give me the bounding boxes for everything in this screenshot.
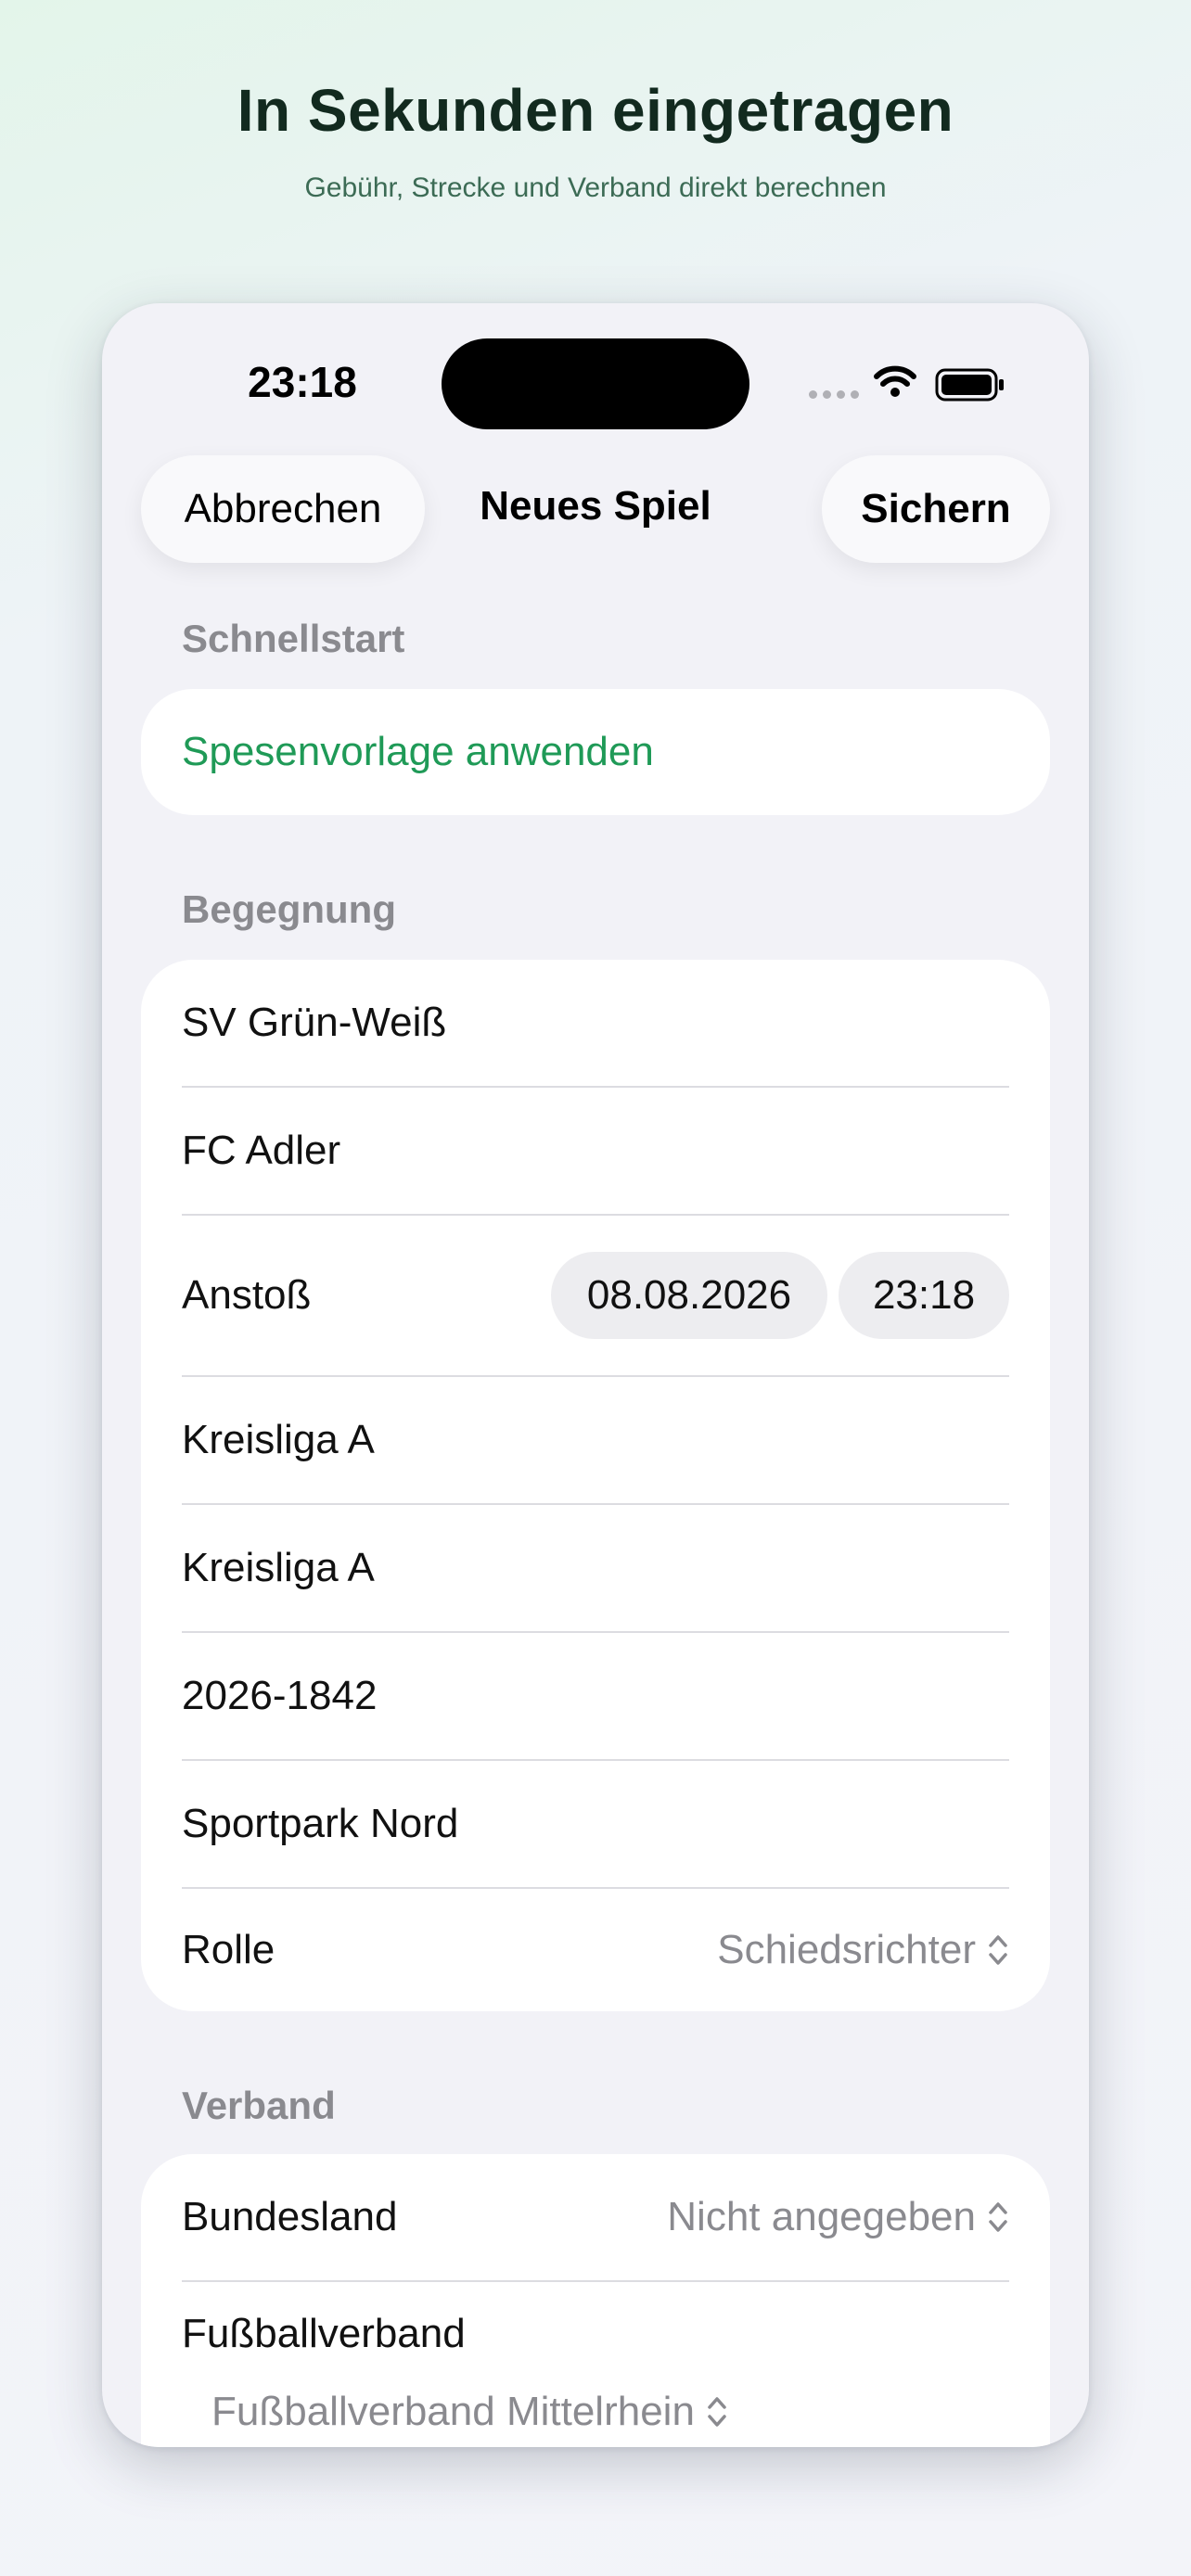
role-picker-value: Schiedsrichter xyxy=(717,1927,976,1972)
chevron-up-down-icon xyxy=(989,1935,1007,1965)
kickoff-row: Anstoß 08.08.2026 23:18 xyxy=(182,1216,1009,1375)
state-row: Bundesland Nicht angegeben xyxy=(182,2154,1009,2280)
status-time: 23:18 xyxy=(248,358,357,406)
kickoff-label: Anstoß xyxy=(182,1272,312,1318)
section-header-association: Verband xyxy=(182,2084,336,2127)
state-picker-value: Nicht angegeben xyxy=(667,2194,976,2239)
divider xyxy=(182,2280,1009,2282)
league-field[interactable]: Kreisliga A xyxy=(182,1377,1009,1503)
hero-subtitle: Gebühr, Strecke und Verband direkt berec… xyxy=(304,172,887,203)
role-label: Rolle xyxy=(182,1927,275,1972)
battery-icon xyxy=(935,368,1004,402)
kickoff-time-picker[interactable]: 23:18 xyxy=(839,1252,1009,1339)
league-class-field[interactable]: Kreisliga A xyxy=(182,1505,1009,1631)
section-header-quickstart: Schnellstart xyxy=(182,617,405,660)
match-number-field[interactable]: 2026-1842 xyxy=(182,1633,1009,1759)
quickstart-card: Spesenvorlage anwenden xyxy=(141,689,1050,815)
federation-picker-value: Fußballverband Mittelrhein xyxy=(211,2389,695,2434)
kickoff-date-picker[interactable]: 08.08.2026 xyxy=(551,1252,827,1339)
cellular-signal-icon xyxy=(809,390,859,399)
chevron-up-down-icon xyxy=(708,2397,726,2427)
role-row: Rolle Schiedsrichter xyxy=(182,1889,1009,2011)
hero-title: In Sekunden eingetragen xyxy=(237,77,954,144)
away-team-field[interactable]: FC Adler xyxy=(182,1088,1009,1214)
phone-screen: 23:18 Abbrechen Neues Spiel Sichern Schn… xyxy=(102,303,1089,2447)
role-picker[interactable]: Schiedsrichter xyxy=(717,1927,1009,1973)
match-card: SV Grün-Weiß FC Adler Anstoß 08.08.2026 … xyxy=(141,960,1050,2011)
state-label: Bundesland xyxy=(182,2194,398,2239)
dynamic-island xyxy=(442,338,749,429)
apply-expense-template-button[interactable]: Spesenvorlage anwenden xyxy=(182,689,654,815)
save-button[interactable]: Sichern xyxy=(822,455,1050,563)
state-picker[interactable]: Nicht angegeben xyxy=(667,2194,1009,2240)
association-card: Bundesland Nicht angegeben Fußballverban… xyxy=(141,2154,1050,2447)
venue-field[interactable]: Sportpark Nord xyxy=(182,1761,1009,1887)
federation-picker[interactable]: Fußballverband Mittelrhein xyxy=(211,2375,1009,2447)
wifi-icon xyxy=(874,365,916,397)
chevron-up-down-icon xyxy=(989,2202,1007,2232)
section-header-match: Begegnung xyxy=(182,887,396,931)
home-team-field[interactable]: SV Grün-Weiß xyxy=(182,960,1009,1086)
federation-label: Fußballverband xyxy=(182,2311,466,2356)
